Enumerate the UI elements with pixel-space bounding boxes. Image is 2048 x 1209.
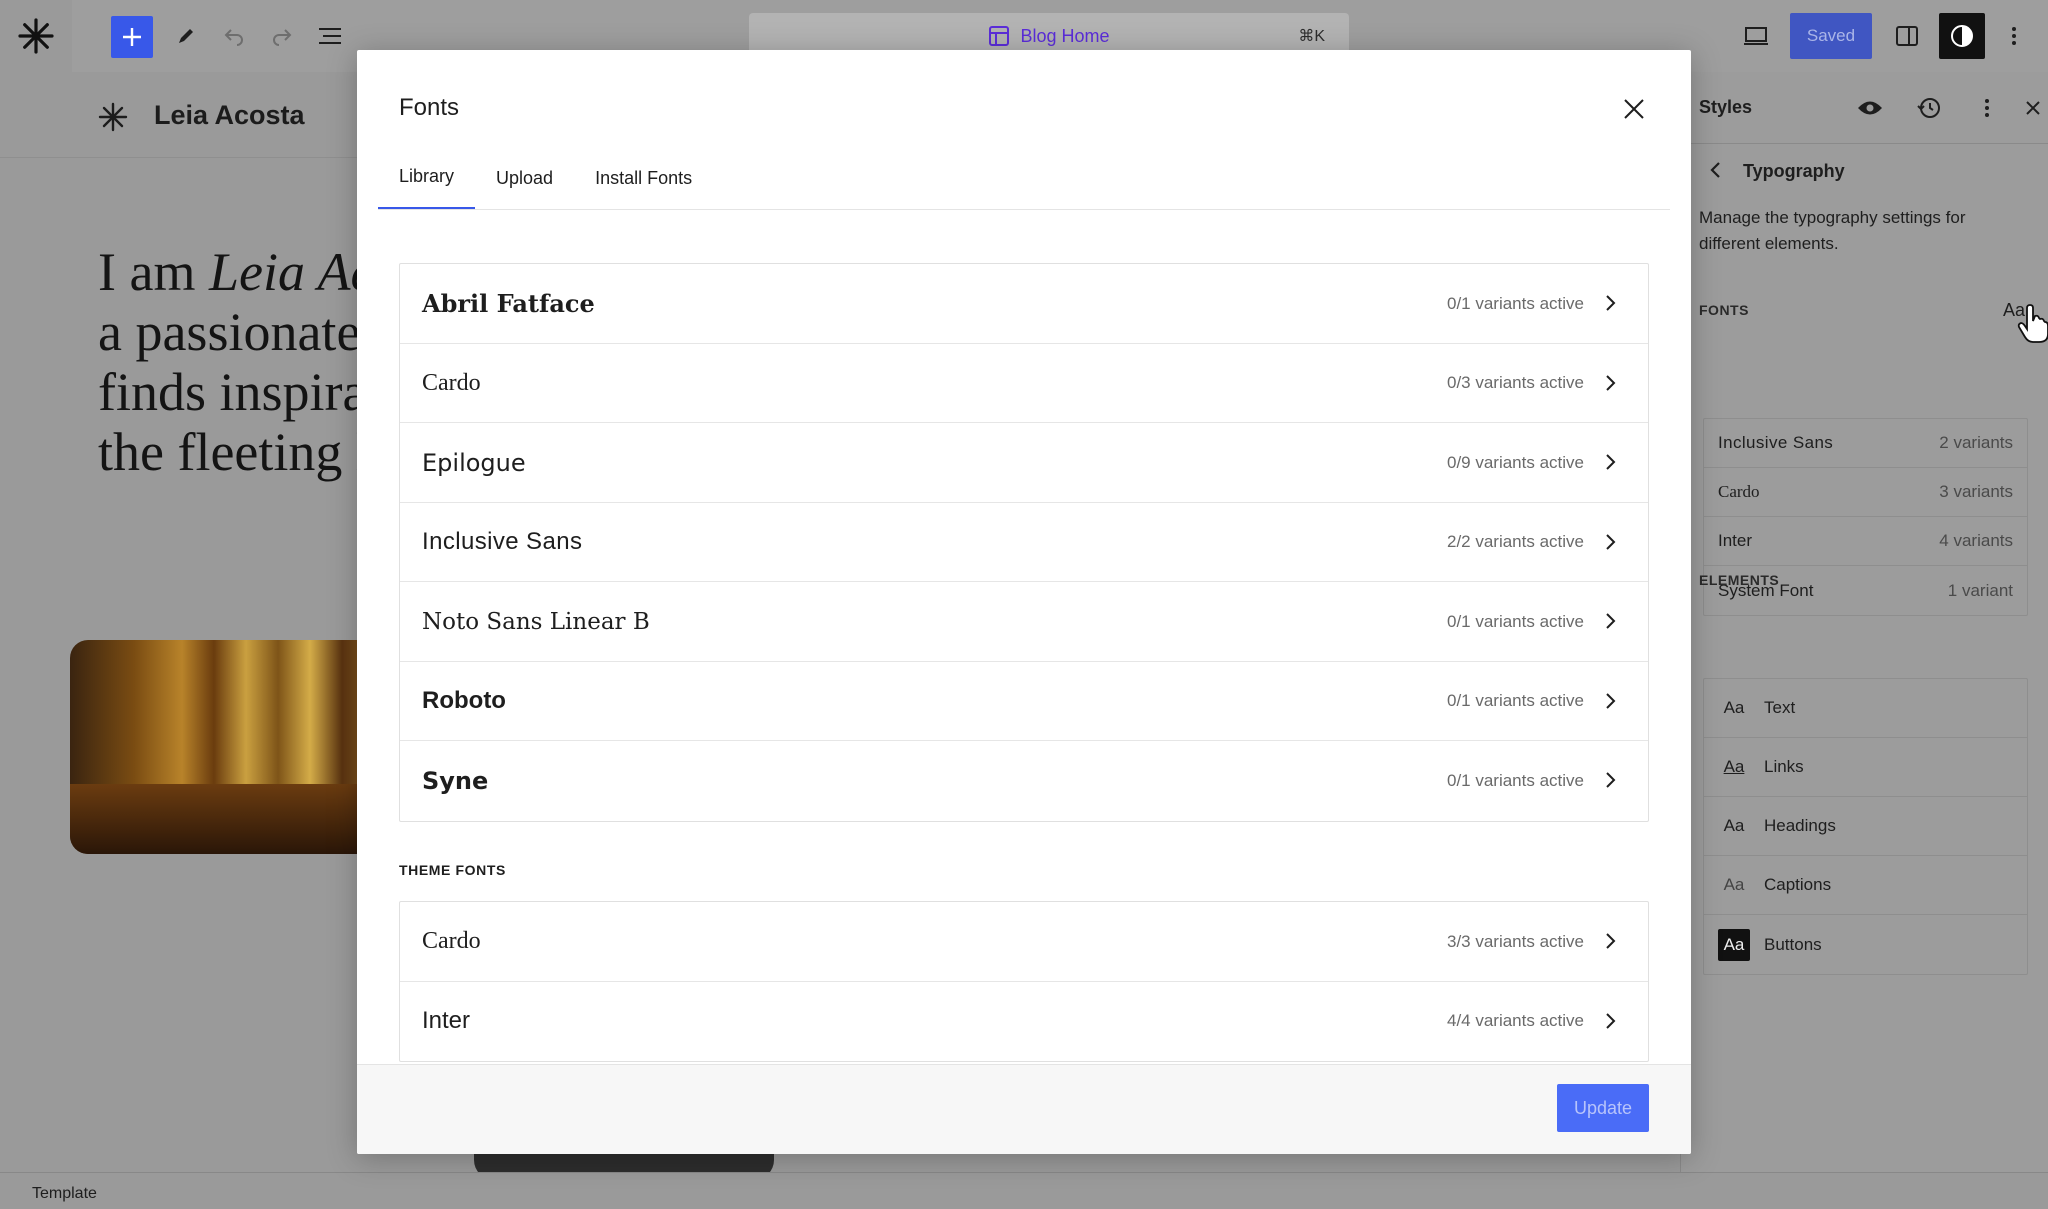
sidebar-font-item[interactable]: Inter 4 variants: [1704, 517, 2027, 566]
more-styles-button[interactable]: [1973, 94, 2001, 122]
element-item-links[interactable]: Aa Links: [1704, 738, 2027, 797]
list-view-icon: [319, 28, 341, 44]
theme-font-list: Cardo 3/3 variants active Inter 4/4 vari…: [399, 901, 1649, 1062]
settings-panel-button[interactable]: [1887, 16, 1927, 56]
chevron-right-icon: [1606, 374, 1616, 391]
theme-font-item-cardo[interactable]: Cardo 3/3 variants active: [400, 902, 1648, 982]
saved-button[interactable]: Saved: [1790, 13, 1872, 59]
asterisk-logo-icon: [18, 18, 54, 54]
sidebar-toggle-icon: [1896, 26, 1918, 46]
chevron-right-icon: [1606, 1012, 1616, 1029]
aa-icon: Aa: [1723, 757, 1745, 776]
close-icon: [1624, 99, 1644, 119]
tab-install-fonts[interactable]: Install Fonts: [574, 146, 713, 210]
options-button[interactable]: [1994, 16, 2034, 56]
chevron-right-icon: [1606, 613, 1616, 629]
document-overview-button[interactable]: [310, 16, 350, 56]
document-title: Blog Home: [1020, 25, 1110, 46]
sidebar-header: Styles: [1681, 72, 2048, 144]
modal-tabs: Library Upload Install Fonts: [378, 146, 713, 210]
add-block-button[interactable]: [111, 16, 153, 58]
element-item-captions[interactable]: Aa Captions: [1704, 856, 2027, 915]
sidebar-font-item[interactable]: Inclusive Sans 2 variants: [1704, 419, 2027, 468]
update-button[interactable]: Update: [1557, 1084, 1649, 1132]
eye-icon: [1858, 101, 1882, 115]
styles-sidebar: Styles Typography Manage the typography …: [1680, 72, 2048, 1172]
panel-subtitle: Typography: [1743, 161, 1845, 181]
close-icon: [2026, 101, 2040, 115]
tab-library[interactable]: Library: [378, 146, 476, 210]
chevron-right-icon: [1606, 933, 1616, 949]
elements-section-label: ELEMENTS: [1699, 572, 1780, 588]
styles-button[interactable]: [1939, 13, 1985, 59]
panel-description: Manage the typography settings for diffe…: [1699, 208, 1966, 253]
chevron-right-icon: [1606, 295, 1616, 311]
font-item-roboto[interactable]: Roboto 0/1 variants active: [400, 662, 1648, 741]
aa-icon: Aa: [1723, 816, 1745, 835]
library-font-list: Abril Fatface 0/1 variants active Cardo …: [399, 263, 1649, 822]
undo-icon: [224, 29, 243, 46]
font-item-cardo[interactable]: Cardo 0/3 variants active: [400, 344, 1648, 423]
element-item-headings[interactable]: Aa Headings: [1704, 797, 2027, 856]
fonts-modal: Fonts Library Upload Install Fonts Abril…: [357, 50, 1691, 1154]
history-icon: [1917, 98, 1940, 118]
close-modal-button[interactable]: [1619, 94, 1649, 124]
featured-image[interactable]: [70, 640, 390, 854]
font-item-epilogue[interactable]: Epilogue 0/9 variants active: [400, 423, 1648, 503]
modal-footer: [357, 1064, 1691, 1154]
style-book-button[interactable]: [1856, 94, 1884, 122]
aa-icon: Aa: [1723, 875, 1745, 894]
vertical-ellipsis-icon: [2012, 27, 2016, 45]
fonts-section-label: FONTS: [1699, 302, 1749, 318]
aa-icon: Aa: [1723, 698, 1745, 717]
font-item-syne[interactable]: Syne 0/1 variants active: [400, 741, 1648, 821]
image-reflection: [70, 784, 390, 854]
undo-button[interactable]: [214, 16, 254, 56]
site-asterisk-icon: [98, 102, 128, 132]
command-shortcut: ⌘K: [1298, 28, 1325, 45]
sidebar-title: Styles: [1699, 97, 1753, 117]
device-preview-button[interactable]: [1736, 16, 1776, 56]
element-item-text[interactable]: Aa Text: [1704, 679, 2027, 738]
chevron-right-icon: [1606, 454, 1616, 470]
chevron-right-icon: [1606, 772, 1616, 788]
half-circle-contrast-icon: [1951, 25, 1973, 47]
status-bar: Template: [0, 1172, 2048, 1209]
sidebar-font-item[interactable]: Cardo 3 variants: [1704, 468, 2027, 517]
tools-button[interactable]: [166, 16, 206, 56]
tabs-divider: [378, 209, 1670, 210]
site-logo-button[interactable]: [0, 0, 72, 72]
chevron-right-icon: [1606, 533, 1616, 550]
vertical-ellipsis-icon: [1985, 99, 1989, 117]
elements-list: Aa Text Aa Links Aa Headings Aa Captions Aa B…: [1703, 678, 2028, 975]
redo-button[interactable]: [262, 16, 302, 56]
theme-font-item-inter[interactable]: Inter 4/4 variants active: [400, 982, 1648, 1062]
theme-fonts-label: THEME FONTS: [399, 862, 506, 878]
font-item-inclusive-sans[interactable]: Inclusive Sans 2/2 variants active: [400, 503, 1648, 582]
site-title[interactable]: Leia Acosta: [154, 100, 305, 131]
chevron-right-icon: [1606, 692, 1616, 709]
template-icon: [989, 26, 1010, 46]
revisions-button[interactable]: [1915, 94, 1943, 122]
redo-icon: [273, 29, 292, 46]
aa-icon: Aa: [1718, 928, 1750, 961]
back-chevron-icon[interactable]: [1709, 160, 1723, 180]
desktop-icon: [1744, 27, 1768, 45]
plus-icon: [123, 28, 141, 46]
close-sidebar-button[interactable]: [2019, 94, 2047, 122]
font-item-noto-sans-linear-b[interactable]: Noto Sans Linear B 0/1 variants active: [400, 582, 1648, 662]
element-item-buttons[interactable]: Aa Buttons: [1704, 915, 2027, 974]
hand-pointer-icon: [2017, 304, 2048, 343]
pencil-icon: [179, 29, 193, 43]
font-item-abril-fatface[interactable]: Abril Fatface 0/1 variants active: [400, 264, 1648, 344]
modal-title: Fonts: [399, 94, 460, 121]
breadcrumb-template[interactable]: Template: [32, 1185, 97, 1203]
tab-upload[interactable]: Upload: [475, 146, 574, 210]
